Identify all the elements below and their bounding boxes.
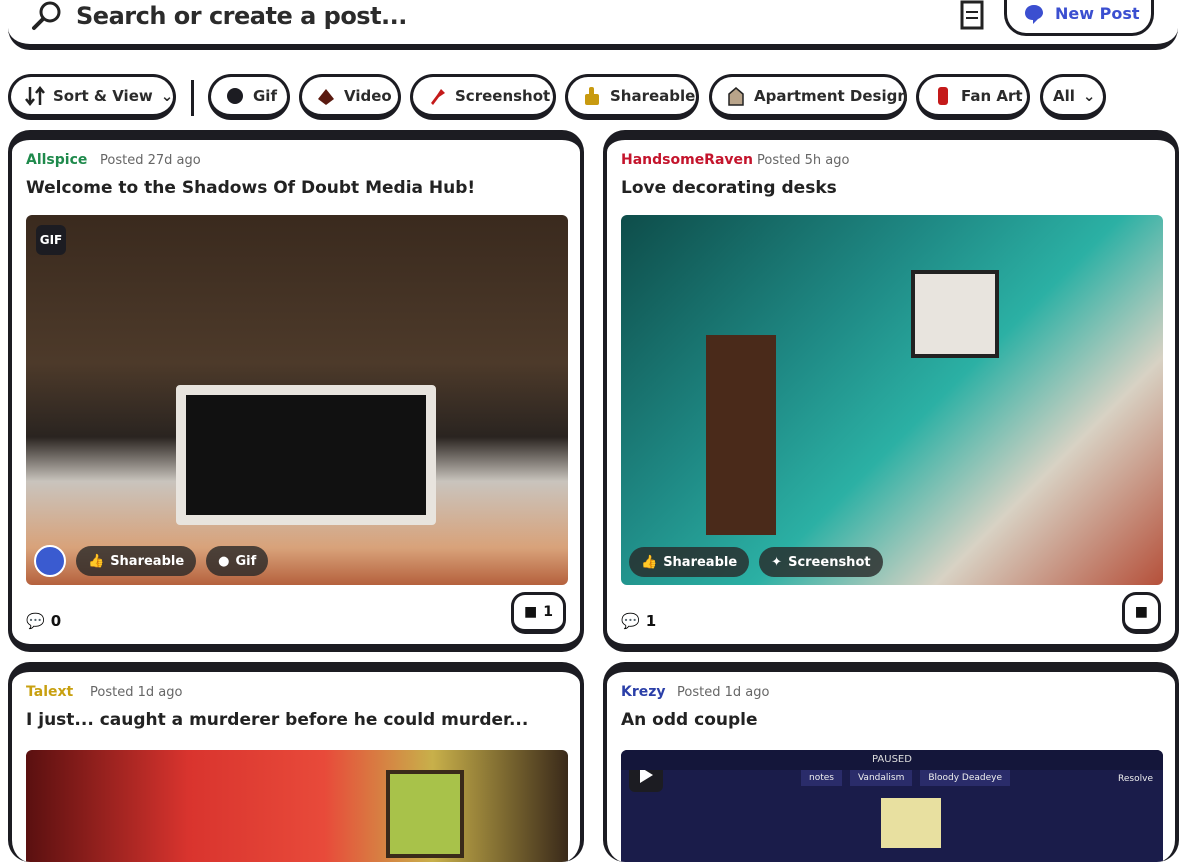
filter-video[interactable]: Video — [299, 74, 401, 120]
reaction-button[interactable]: ■ 1 — [511, 592, 566, 634]
comment-icon: 💬 — [26, 612, 45, 630]
post-title[interactable]: I just... caught a murderer before he co… — [26, 710, 528, 730]
post-author[interactable]: Krezy — [621, 684, 666, 700]
post-card[interactable]: Krezy Posted 1d ago An odd couple PAUSED… — [603, 662, 1179, 862]
filter-shareable-label: Shareable — [610, 86, 696, 105]
filter-bar: Sort & View ⌄ Gif Video Screenshot Share… — [8, 74, 1188, 124]
comment-count-value: 1 — [645, 612, 657, 630]
post-author[interactable]: Talext — [26, 684, 73, 700]
resolve-label: Resolve — [1118, 774, 1153, 784]
paused-label: PAUSED — [621, 750, 1163, 770]
filter-apartment-label: Apartment Design — [754, 86, 909, 105]
search-input[interactable]: Search or create a post... — [76, 2, 407, 30]
video-icon — [318, 88, 334, 105]
gif-icon — [227, 87, 243, 104]
avatar — [34, 545, 66, 577]
search-bar[interactable]: Search or create a post... New Post — [8, 0, 1178, 50]
new-post-label: New Post — [1055, 4, 1140, 23]
sort-view-label: Sort & View — [53, 86, 153, 105]
post-author[interactable]: Allspice — [26, 152, 87, 168]
screenshot-icon — [431, 88, 445, 105]
post-card[interactable]: Talext Posted 1d ago I just... caught a … — [8, 662, 584, 862]
draft-icon[interactable] — [958, 0, 988, 32]
post-media[interactable] — [26, 750, 568, 862]
post-time: Posted 1d ago — [677, 685, 770, 700]
thumbs-up-icon: 👍 — [88, 553, 105, 569]
post-media[interactable]: 👍 Shareable ✦ Screenshot — [621, 215, 1163, 585]
tag-gif[interactable]: ● Gif — [206, 546, 269, 576]
filter-all-label: All — [1053, 86, 1075, 105]
post-time: Posted 27d ago — [100, 153, 201, 168]
sort-icon — [25, 85, 45, 106]
comment-count[interactable]: 💬 1 — [621, 612, 656, 630]
filter-gif[interactable]: Gif — [208, 74, 290, 120]
post-time: Posted 5h ago — [757, 153, 850, 168]
post-title[interactable]: Love decorating desks — [621, 178, 837, 198]
chat-bubble-icon — [1025, 4, 1043, 24]
thumbs-up-icon: 👍 — [641, 554, 658, 570]
filter-screenshot[interactable]: Screenshot — [410, 74, 556, 120]
thumbs-up-icon — [585, 86, 599, 105]
tag-shareable[interactable]: 👍 Shareable — [629, 547, 750, 577]
new-post-button[interactable]: New Post — [1004, 0, 1154, 36]
screenshot-icon: ✦ — [771, 554, 783, 570]
reaction-count: 1 — [543, 604, 553, 620]
sticky-note — [881, 798, 941, 848]
post-card[interactable]: Allspice Posted 27d ago Welcome to the S… — [8, 130, 584, 652]
filter-fan-art[interactable]: Fan Art — [916, 74, 1030, 120]
post-media[interactable]: GIF 👍 Shareable ● Gif — [26, 215, 568, 585]
filter-video-label: Video — [344, 86, 392, 105]
gif-icon: ● — [218, 553, 230, 569]
filter-gif-label: Gif — [253, 86, 277, 105]
bloody-deadeye-tab: Bloody Deadeye — [920, 770, 1011, 786]
notes-tab: notes — [801, 770, 842, 786]
door — [706, 335, 776, 535]
reaction-icon: ■ — [1134, 604, 1148, 620]
reaction-icon: ■ — [524, 604, 538, 620]
vandalism-tab: Vandalism — [849, 770, 913, 786]
post-title[interactable]: An odd couple — [621, 710, 758, 730]
comment-count[interactable]: 💬 0 — [26, 612, 61, 630]
reaction-button[interactable]: ■ — [1121, 592, 1161, 634]
poster — [911, 270, 999, 358]
tag-label: Screenshot — [788, 554, 871, 570]
filter-all-dropdown[interactable]: All ⌄ — [1040, 74, 1106, 120]
post-media[interactable]: PAUSED notes Vandalism Bloody Deadeye Re… — [621, 750, 1163, 862]
tag-label: Shareable — [110, 553, 185, 569]
filter-apartment-design[interactable]: Apartment Design — [709, 74, 909, 120]
divider — [191, 80, 194, 116]
post-time: Posted 1d ago — [90, 685, 183, 700]
vent — [386, 770, 464, 858]
sort-view-button[interactable]: Sort & View ⌄ — [8, 74, 176, 120]
comment-icon: 💬 — [621, 612, 640, 630]
fan-art-icon — [938, 86, 948, 105]
comment-count-value: 0 — [50, 612, 62, 630]
filter-fan-art-label: Fan Art — [961, 86, 1023, 105]
filter-shareable[interactable]: Shareable — [565, 74, 699, 120]
post-card[interactable]: HandsomeRaven Posted 5h ago Love decorat… — [603, 130, 1179, 652]
post-title[interactable]: Welcome to the Shadows Of Doubt Media Hu… — [26, 178, 475, 198]
gif-badge: GIF — [36, 225, 66, 255]
tag-shareable[interactable]: 👍 Shareable — [76, 546, 197, 576]
filter-screenshot-label: Screenshot — [455, 86, 551, 105]
post-author[interactable]: HandsomeRaven — [621, 152, 753, 168]
desk-object — [176, 385, 436, 525]
chevron-down-icon: ⌄ — [1082, 86, 1096, 105]
apartment-icon — [728, 86, 744, 106]
search-icon — [32, 1, 61, 30]
chevron-down-icon: ⌄ — [160, 86, 174, 105]
tag-label: Shareable — [663, 554, 738, 570]
tag-screenshot[interactable]: ✦ Screenshot — [759, 547, 883, 577]
tag-label: Gif — [235, 553, 257, 569]
